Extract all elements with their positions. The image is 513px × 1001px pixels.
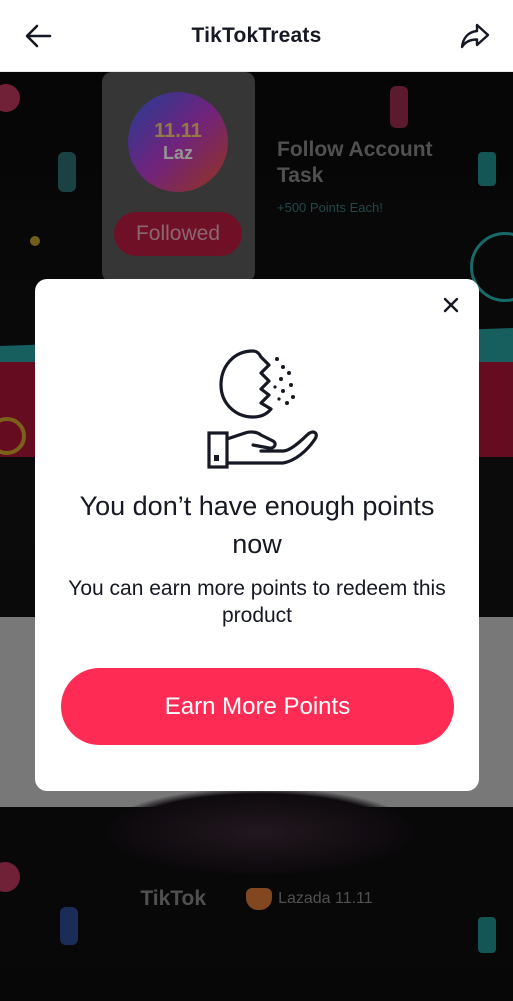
dialog-heading: You don’t have enough points now: [79, 491, 435, 559]
coin-in-hand-icon: [207, 349, 318, 469]
page-title: TikTokTreats: [191, 23, 322, 47]
back-button[interactable]: [20, 18, 56, 54]
share-button[interactable]: [457, 18, 493, 54]
earn-more-points-button[interactable]: Earn More Points: [61, 668, 454, 745]
close-icon: [443, 297, 459, 313]
insufficient-points-dialog: You don’t have enough points now You can…: [35, 279, 479, 791]
top-bar: TikTokTreats: [0, 0, 513, 72]
dialog-description: You can earn more points to redeem this …: [68, 577, 446, 627]
arrow-left-icon: [25, 24, 52, 48]
close-button[interactable]: [437, 291, 465, 319]
share-arrow-icon: [460, 23, 490, 49]
